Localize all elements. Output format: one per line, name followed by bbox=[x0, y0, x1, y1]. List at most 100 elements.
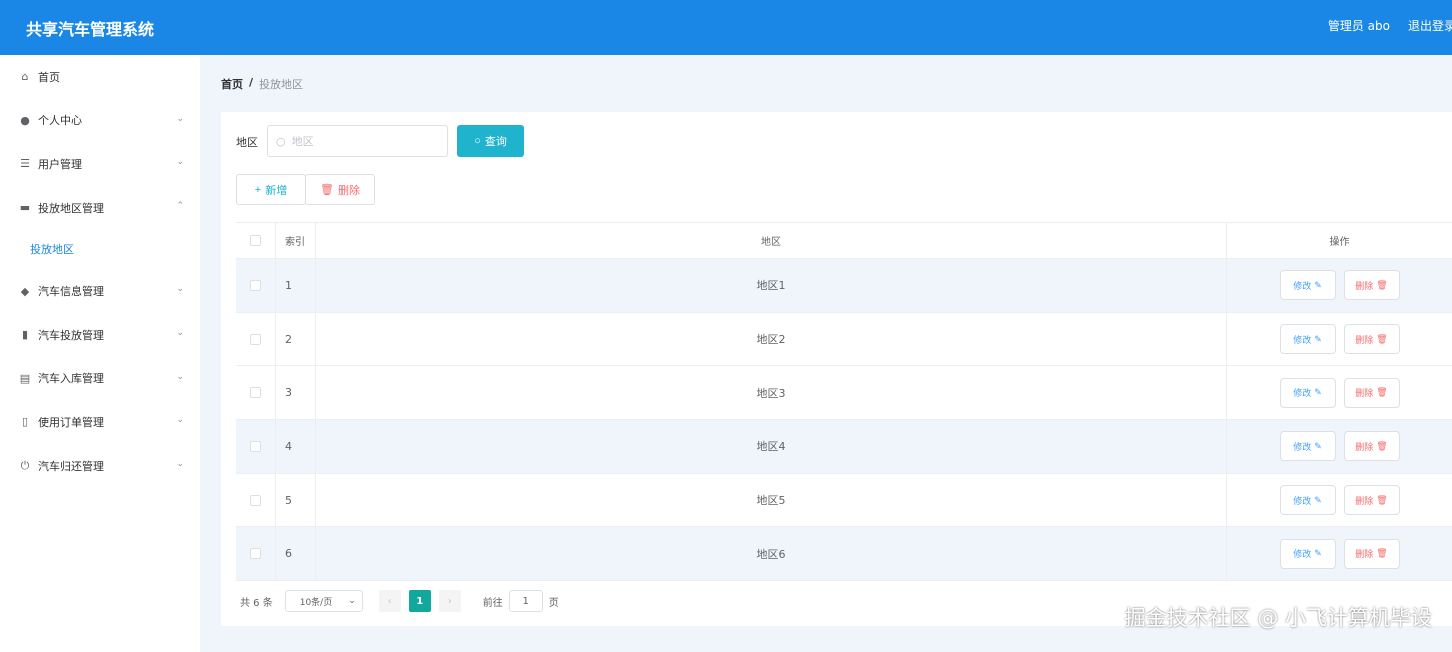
delete-label: 删除 bbox=[1355, 441, 1374, 452]
sidebar-item-returns[interactable]: ⏻ 汽车归还管理 ⌄ bbox=[0, 444, 200, 488]
edit-button[interactable]: 修改 ✎ bbox=[1279, 538, 1336, 569]
sidebar-item-label: 个人中心 bbox=[38, 114, 82, 128]
breadcrumb-separator: / bbox=[249, 76, 254, 89]
edit-label: 修改 bbox=[1293, 334, 1312, 345]
row-check-cell bbox=[236, 440, 275, 452]
sidebar-item-label: 首页 bbox=[38, 70, 60, 84]
table-row: 5 地区5 修改 ✎ 删除 🗑 bbox=[236, 473, 1452, 528]
sidebar-item-users[interactable]: ☰ 用户管理 ⌄ bbox=[0, 142, 200, 186]
delete-button[interactable]: 删除 🗑 bbox=[1343, 538, 1400, 569]
edit-button[interactable]: 修改 ✎ bbox=[1279, 377, 1336, 408]
header-region: 地区 bbox=[315, 223, 1226, 258]
bar-chart-icon: ▮ bbox=[21, 328, 29, 342]
page-size-select[interactable]: 10条/页 ⌄ bbox=[284, 590, 363, 612]
logout-link[interactable]: 退出登录 bbox=[1408, 17, 1452, 34]
row-region: 地区3 bbox=[315, 366, 1226, 420]
edit-label: 修改 bbox=[1293, 495, 1312, 506]
breadcrumb: 首页 / 投放地区 bbox=[221, 76, 303, 92]
app-title: 共享汽车管理系统 bbox=[26, 20, 155, 39]
delete-button[interactable]: 删除 🗑 bbox=[1343, 324, 1400, 355]
batch-delete-button[interactable]: 🗑 删除 bbox=[305, 174, 375, 205]
delete-button[interactable]: 删除 🗑 bbox=[1343, 270, 1400, 301]
edit-button[interactable]: 修改 ✎ bbox=[1279, 324, 1336, 355]
table-row: 6 地区6 修改 ✎ 删除 🗑 bbox=[236, 527, 1452, 582]
goto-suffix: 页 bbox=[548, 597, 559, 609]
sidebar: ⌂ 首页 ● 个人中心 ⌄ ☰ 用户管理 ⌄ ▬ 投放地区管理 ⌃ 投放地区 ◆… bbox=[0, 55, 200, 652]
search-field[interactable]: ○ bbox=[267, 125, 448, 157]
table-row: 1 地区1 修改 ✎ 删除 🗑 bbox=[236, 259, 1452, 313]
user-icon: ● bbox=[20, 113, 30, 127]
chevron-down-icon: ⌄ bbox=[176, 284, 184, 295]
edit-label: 修改 bbox=[1293, 549, 1312, 560]
trash-icon: 🗑 bbox=[320, 184, 334, 196]
row-checkbox[interactable] bbox=[250, 333, 261, 345]
add-button-label: 新增 bbox=[265, 184, 288, 197]
search-input[interactable] bbox=[291, 134, 432, 148]
sidebar-item-car-deploy[interactable]: ▮ 汽车投放管理 ⌄ bbox=[0, 313, 200, 357]
list-icon: ☰ bbox=[20, 157, 30, 171]
edit-button[interactable]: 修改 ✎ bbox=[1279, 485, 1336, 516]
add-button[interactable]: + 新增 bbox=[236, 174, 306, 205]
current-user[interactable]: 管理员 abo bbox=[1328, 17, 1390, 34]
header-index: 索引 bbox=[275, 223, 315, 258]
delete-label: 删除 bbox=[1355, 280, 1374, 291]
edit-label: 修改 bbox=[1293, 388, 1312, 399]
sidebar-item-regions[interactable]: ▬ 投放地区管理 ⌃ bbox=[0, 186, 200, 230]
table-row: 4 地区4 修改 ✎ 删除 🗑 bbox=[236, 420, 1452, 474]
delete-button[interactable]: 删除 🗑 bbox=[1343, 377, 1400, 408]
select-all-cell bbox=[236, 235, 275, 246]
user-area: 管理员 abo 退出登录 bbox=[1328, 17, 1452, 34]
sidebar-item-orders[interactable]: ▯ 使用订单管理 ⌄ bbox=[0, 400, 200, 444]
row-index: 2 bbox=[275, 312, 315, 366]
row-check-cell bbox=[236, 333, 275, 345]
row-checkbox[interactable] bbox=[250, 494, 261, 506]
chevron-down-icon: ⌄ bbox=[176, 415, 184, 426]
home-icon: ⌂ bbox=[21, 70, 29, 84]
delete-label: 删除 bbox=[1355, 549, 1374, 560]
next-page-button[interactable]: › bbox=[438, 590, 461, 612]
row-region: 地区2 bbox=[315, 312, 1226, 366]
table-row: 2 地区2 修改 ✎ 删除 🗑 bbox=[236, 312, 1452, 367]
total-count: 共 6 条 bbox=[240, 597, 273, 609]
row-ops: 修改 ✎ 删除 🗑 bbox=[1226, 527, 1452, 581]
content-card: 地区 ○ ○ 查询 + 新增 🗑 删除 索引 地区 操作 1 地区1 修改✎ 删… bbox=[221, 112, 1452, 626]
row-ops: 修改 ✎ 删除 🗑 bbox=[1226, 312, 1452, 366]
edit-button[interactable]: 修改 ✎ bbox=[1279, 431, 1336, 462]
edit-label: 修改 bbox=[1293, 280, 1312, 291]
edit-button[interactable]: 修改 ✎ bbox=[1279, 270, 1336, 301]
region-table: 索引 地区 操作 1 地区1 修改 ✎ 删除 🗑 2 地区2 修改 ✎ 删除 🗑 3 bbox=[236, 222, 1452, 582]
row-index: 4 bbox=[275, 420, 315, 473]
page-number-active[interactable]: 1 bbox=[408, 590, 431, 612]
trash-icon: 🗑 bbox=[1376, 440, 1388, 451]
chevron-down-icon: ⌄ bbox=[176, 458, 184, 469]
delete-button[interactable]: 删除 🗑 bbox=[1343, 431, 1400, 462]
sidebar-item-car-info[interactable]: ◆ 汽车信息管理 ⌄ bbox=[0, 269, 200, 313]
row-checkbox[interactable] bbox=[250, 548, 261, 560]
row-region: 地区5 bbox=[315, 473, 1226, 527]
sidebar-subitem-region[interactable]: 投放地区 bbox=[0, 229, 200, 269]
row-checkbox[interactable] bbox=[250, 440, 261, 452]
row-checkbox[interactable] bbox=[250, 279, 261, 291]
query-button[interactable]: ○ 查询 bbox=[457, 125, 524, 157]
sidebar-item-car-storage[interactable]: ▤ 汽车入库管理 ⌄ bbox=[0, 357, 200, 401]
sidebar-item-profile[interactable]: ● 个人中心 ⌄ bbox=[0, 99, 200, 143]
prev-page-button[interactable]: ‹ bbox=[378, 590, 401, 612]
table-header: 索引 地区 操作 bbox=[236, 223, 1452, 259]
sidebar-item-label: 汽车入库管理 bbox=[38, 372, 104, 386]
watermark: 掘金技术社区 @ 小飞计算机毕设 bbox=[1124, 606, 1432, 630]
breadcrumb-home[interactable]: 首页 bbox=[221, 76, 243, 92]
row-ops: 修改 ✎ 删除 🗑 bbox=[1226, 259, 1452, 312]
sidebar-item-label: 汽车信息管理 bbox=[38, 285, 104, 299]
sidebar-item-home[interactable]: ⌂ 首页 bbox=[0, 55, 200, 99]
power-icon: ⏻ bbox=[20, 458, 30, 472]
select-all-checkbox[interactable] bbox=[250, 235, 261, 246]
row-checkbox[interactable] bbox=[250, 387, 261, 399]
header-ops: 操作 bbox=[1226, 223, 1452, 258]
row-index: 6 bbox=[275, 527, 315, 581]
monitor-icon: ▬ bbox=[19, 201, 31, 215]
plus-icon: + bbox=[254, 183, 262, 196]
delete-button[interactable]: 删除 🗑 bbox=[1343, 485, 1400, 516]
goto-page-input[interactable]: 1 bbox=[508, 590, 543, 612]
edit-icon: ✎ bbox=[1314, 494, 1322, 505]
row-region: 地区6 bbox=[315, 527, 1226, 581]
